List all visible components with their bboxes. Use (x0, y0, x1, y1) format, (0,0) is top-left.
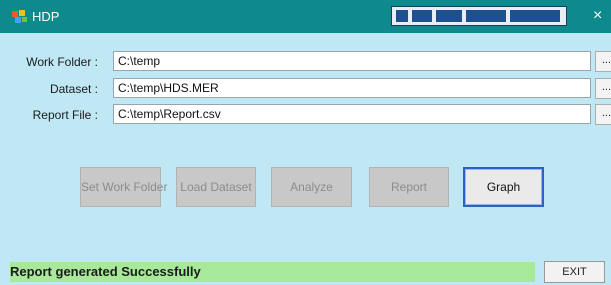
set-work-folder-button[interactable]: Set Work Folder (80, 167, 167, 207)
title-bar: HDP × (0, 0, 611, 33)
window-title: HDP (32, 9, 60, 24)
load-dataset-button[interactable]: Load Dataset (176, 167, 256, 207)
window-layout-buttons[interactable] (391, 6, 567, 26)
work-folder-input[interactable]: C:\temp (113, 51, 591, 71)
layout-block-icon (466, 10, 506, 22)
graph-button[interactable]: Graph (463, 167, 544, 207)
work-folder-browse-button[interactable]: .... (595, 51, 611, 72)
layout-block-icon (436, 10, 462, 22)
dataset-label: Dataset : (49, 82, 98, 96)
close-icon[interactable]: × (593, 6, 602, 26)
analyze-button[interactable]: Analyze (271, 167, 352, 207)
layout-block-icon (412, 10, 432, 22)
report-file-input[interactable]: C:\temp\Report.csv (113, 104, 591, 124)
dataset-browse-button[interactable]: .... (595, 78, 611, 99)
main-panel: Work Folder : C:\temp .... Dataset : C:\… (10, 38, 611, 253)
app-icon (12, 10, 27, 23)
status-message: Report generated Successfully (10, 264, 201, 279)
layout-block-icon (510, 10, 560, 22)
status-bar: Report generated Successfully (10, 262, 535, 282)
work-folder-label: Work Folder : (26, 55, 98, 69)
report-button[interactable]: Report (369, 167, 449, 207)
report-file-label: Report File : (32, 108, 98, 122)
exit-button[interactable]: EXIT (544, 261, 605, 283)
layout-block-icon (396, 10, 408, 22)
dataset-input[interactable]: C:\temp\HDS.MER (113, 78, 591, 98)
report-file-browse-button[interactable]: .... (595, 104, 611, 125)
